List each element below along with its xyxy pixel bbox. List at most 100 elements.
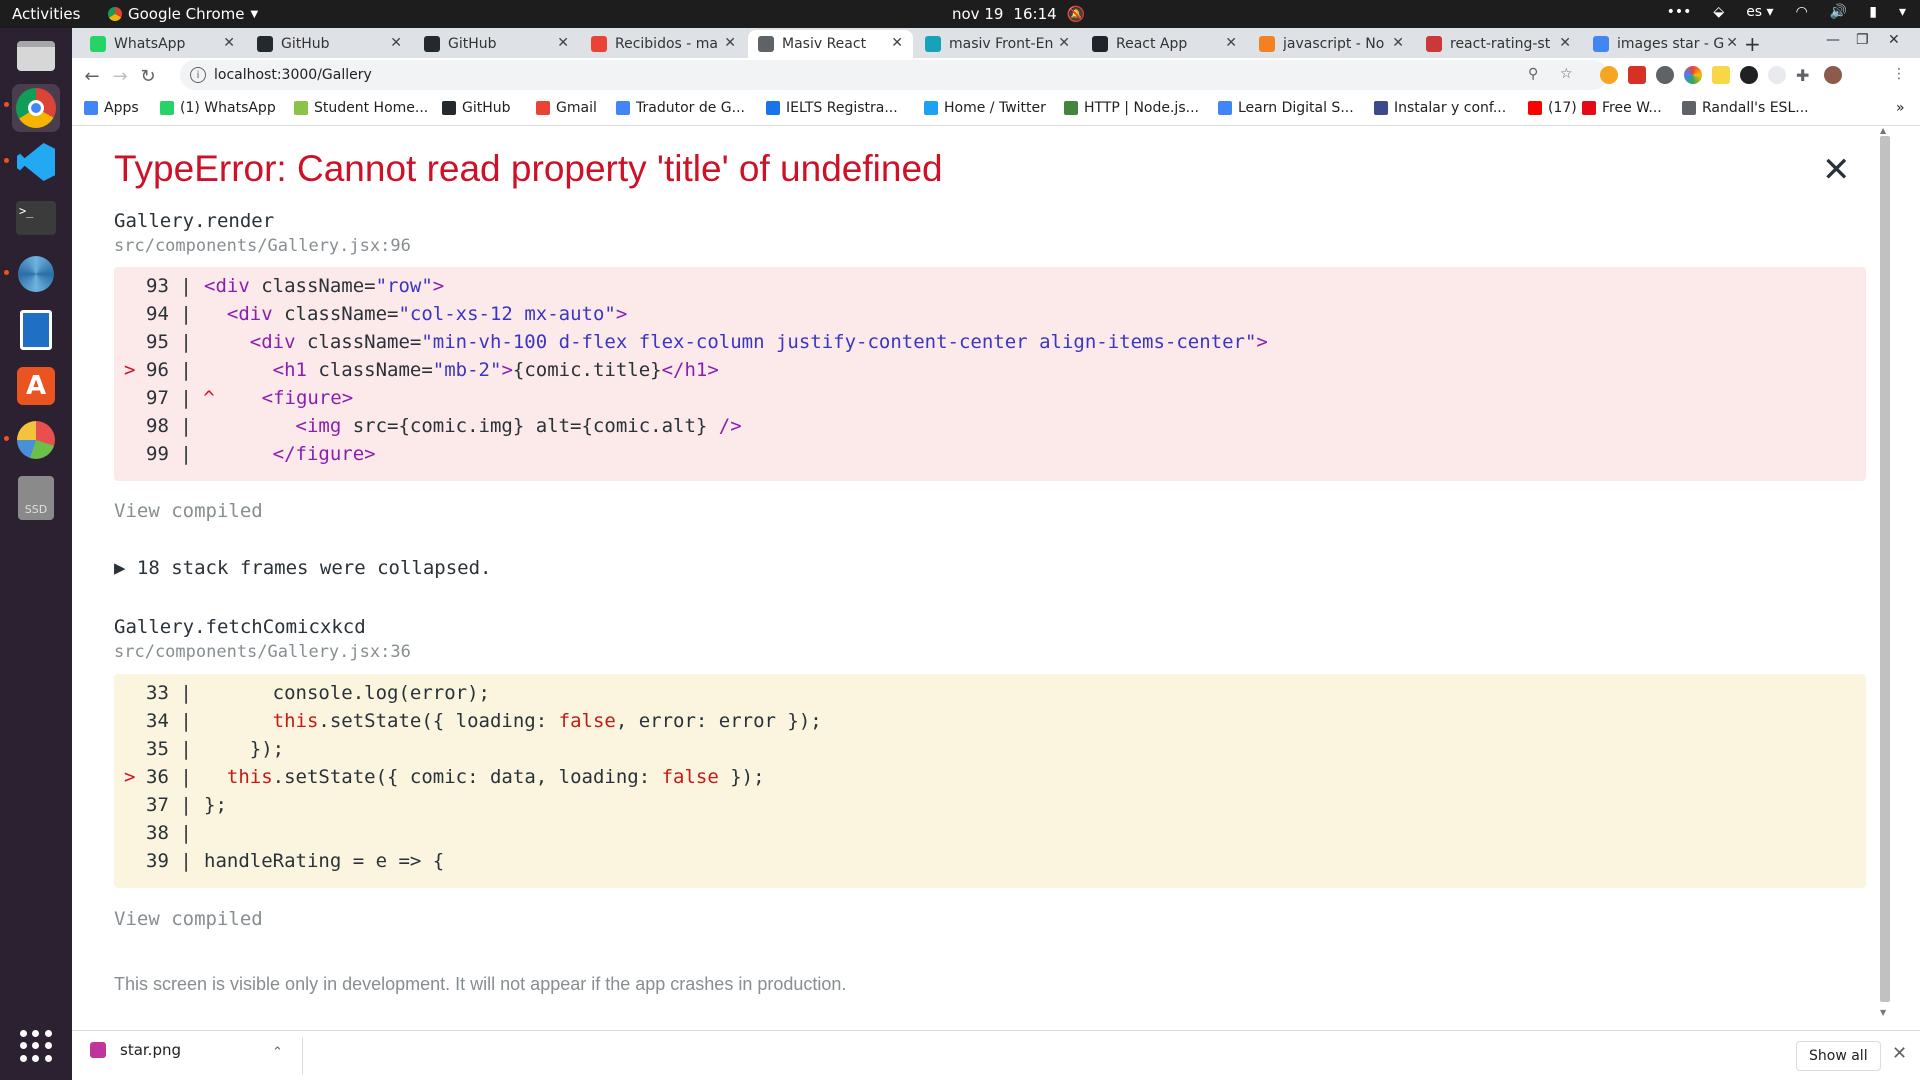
browser-tab[interactable]: react-rating-st ✕ — [1416, 30, 1581, 58]
maximize-icon[interactable]: ❐ — [1856, 32, 1869, 48]
scroll-down-arrow-icon[interactable]: ▼ — [1880, 1008, 1886, 1017]
browser-tab[interactable]: WhatsApp ✕ — [80, 30, 245, 58]
bookmark-item[interactable]: Free W... — [1582, 100, 1662, 116]
writer-icon[interactable] — [12, 306, 60, 354]
volume-icon: 🔊 — [1829, 4, 1848, 20]
browser-tab[interactable]: Recibidos - ma ✕ — [581, 30, 746, 58]
scroll-up-arrow-icon[interactable]: ▲ — [1880, 126, 1886, 135]
bookmarks-overflow-icon[interactable]: » — [1896, 100, 1905, 116]
close-overlay-icon[interactable]: ✕ — [1822, 150, 1851, 190]
extension-emoji-icon[interactable] — [1600, 66, 1618, 84]
disk-usage-icon[interactable] — [12, 416, 60, 464]
bookmark-item[interactable]: Gmail — [536, 100, 597, 116]
tab-close-icon[interactable]: ✕ — [557, 35, 569, 51]
back-arrow-icon[interactable]: ← — [80, 64, 104, 88]
extension-dark-icon[interactable] — [1740, 66, 1758, 84]
close-window-icon[interactable]: ✕ — [1888, 32, 1900, 48]
language-indicator[interactable]: es ▾ — [1746, 4, 1773, 20]
stack-frame-file-link[interactable]: src/components/Gallery.jsx:36 — [114, 642, 411, 662]
browser-tab[interactable]: masiv Front-En ✕ — [915, 30, 1080, 58]
activities-button[interactable]: Activities — [12, 5, 80, 23]
ielts-icon — [766, 101, 780, 115]
line-number: 94 — [146, 303, 169, 325]
tab-close-icon[interactable]: ✕ — [390, 35, 402, 51]
stack-frame-file-link[interactable]: src/components/Gallery.jsx:96 — [114, 236, 411, 256]
site-info-icon[interactable]: i — [190, 67, 206, 83]
extension-color-icon[interactable] — [1684, 66, 1702, 84]
reload-icon[interactable]: ↻ — [136, 64, 160, 88]
bookmark-item[interactable]: (1) WhatsApp — [160, 100, 276, 116]
minimize-icon[interactable]: — — [1826, 32, 1840, 48]
bookmark-item[interactable]: HTTP | Node.js... — [1064, 100, 1199, 116]
close-download-bar-icon[interactable]: ✕ — [1892, 1043, 1907, 1064]
shutter-icon[interactable] — [12, 250, 60, 298]
profile-avatar[interactable] — [1824, 66, 1842, 84]
browser-tab[interactable]: javascript - No ✕ — [1249, 30, 1414, 58]
bookmark-item[interactable]: Tradutor de G... — [616, 100, 745, 116]
tab-close-icon[interactable]: ✕ — [891, 35, 903, 51]
collapsed-frames-toggle[interactable]: ▶ 18 stack frames were collapsed. — [114, 557, 492, 579]
chrome-dock-icon[interactable] — [12, 84, 60, 132]
view-compiled-link[interactable]: View compiled — [114, 500, 263, 522]
power-menu-icon[interactable]: ▾ — [1899, 4, 1906, 20]
files-icon[interactable] — [12, 32, 60, 80]
code-line: 34 | this.setState({ loading: false, err… — [114, 710, 1866, 738]
browser-tab[interactable]: GitHub ✕ — [247, 30, 412, 58]
view-compiled-link[interactable]: View compiled — [114, 908, 263, 930]
chrome-menu-icon[interactable]: ⋮ — [1892, 66, 1908, 82]
ssd-drive-icon[interactable]: SSD — [12, 474, 60, 522]
tab-close-icon[interactable]: ✕ — [1559, 35, 1571, 51]
software-center-icon[interactable]: A — [12, 362, 60, 410]
terminal-icon[interactable]: >_ — [12, 194, 60, 242]
download-item[interactable]: star.png — [90, 1041, 181, 1059]
browser-toolbar: ← → ↻ i localhost:3000/Gallery ⚲ ☆ ✚ ⋮ — [72, 58, 1920, 94]
browser-tab[interactable]: Masiv React ✕ — [748, 30, 913, 58]
system-tray[interactable]: ••• ⬙ es ▾ ◠ 🔊 ▮ ▾ — [1667, 4, 1906, 20]
show-all-button[interactable]: Show all — [1796, 1041, 1881, 1071]
app-menu[interactable]: Google Chrome ▼ — [108, 5, 258, 23]
bookmark-item[interactable]: Apps — [84, 100, 139, 116]
circle-icon — [1582, 101, 1596, 115]
tab-close-icon[interactable]: ✕ — [1726, 35, 1738, 51]
clock[interactable]: nov 19 16:14 🔕 — [952, 5, 1085, 23]
bookmark-item[interactable]: Randall's ESL... — [1682, 100, 1809, 116]
line-number: 93 — [146, 275, 169, 297]
code-snippet-render: 93 | <div className="row"> 94 | <div clas… — [114, 267, 1866, 481]
extension-circle-icon[interactable] — [1656, 66, 1674, 84]
bookmark-star-icon[interactable]: ☆ — [1560, 66, 1576, 82]
bookmark-item[interactable]: Instalar y conf... — [1374, 100, 1506, 116]
code-token: <h1 — [272, 359, 319, 381]
google-icon — [1218, 101, 1232, 115]
tab-close-icon[interactable]: ✕ — [724, 35, 736, 51]
bookmark-item[interactable]: Home / Twitter — [924, 100, 1046, 116]
chevron-up-icon[interactable]: ⌃ — [272, 1045, 283, 1060]
bookmark-item[interactable]: GitHub — [442, 100, 511, 116]
bookmark-item[interactable]: (17) — [1528, 100, 1577, 116]
tab-close-icon[interactable]: ✕ — [1225, 35, 1237, 51]
dropbox-icon[interactable]: ⬙ — [1713, 4, 1724, 20]
tab-label: images star - G — [1617, 36, 1725, 52]
line-number: 99 — [146, 443, 169, 465]
extensions-puzzle-icon[interactable]: ✚ — [1796, 66, 1814, 85]
more-icon[interactable]: ••• — [1667, 4, 1692, 20]
bookmark-item[interactable]: Learn Digital S... — [1218, 100, 1354, 116]
vscode-icon[interactable] — [12, 138, 60, 186]
browser-tab[interactable]: images star - G ✕ — [1583, 30, 1748, 58]
vertical-scrollbar[interactable] — [1880, 136, 1890, 1002]
tab-close-icon[interactable]: ✕ — [223, 35, 235, 51]
address-bar-url: localhost:3000/Gallery — [214, 67, 372, 83]
extension-light-icon[interactable] — [1768, 66, 1786, 84]
browser-tab[interactable]: React App ✕ — [1082, 30, 1247, 58]
browser-tab[interactable]: GitHub ✕ — [414, 30, 579, 58]
tab-close-icon[interactable]: ✕ — [1058, 35, 1070, 51]
address-bar[interactable]: i localhost:3000/Gallery — [180, 60, 1608, 90]
extension-pencil-icon[interactable] — [1712, 66, 1730, 84]
bookmark-item[interactable]: IELTS Registra... — [766, 100, 898, 116]
extension-red-icon[interactable] — [1628, 66, 1646, 84]
bookmark-item[interactable]: Student Home... — [294, 100, 428, 116]
show-applications-icon[interactable] — [20, 1030, 52, 1062]
forward-arrow-icon[interactable]: → — [108, 64, 132, 88]
zoom-icon[interactable]: ⚲ — [1528, 66, 1544, 82]
tab-close-icon[interactable]: ✕ — [1392, 35, 1404, 51]
new-tab-icon[interactable]: + — [1744, 32, 1761, 56]
